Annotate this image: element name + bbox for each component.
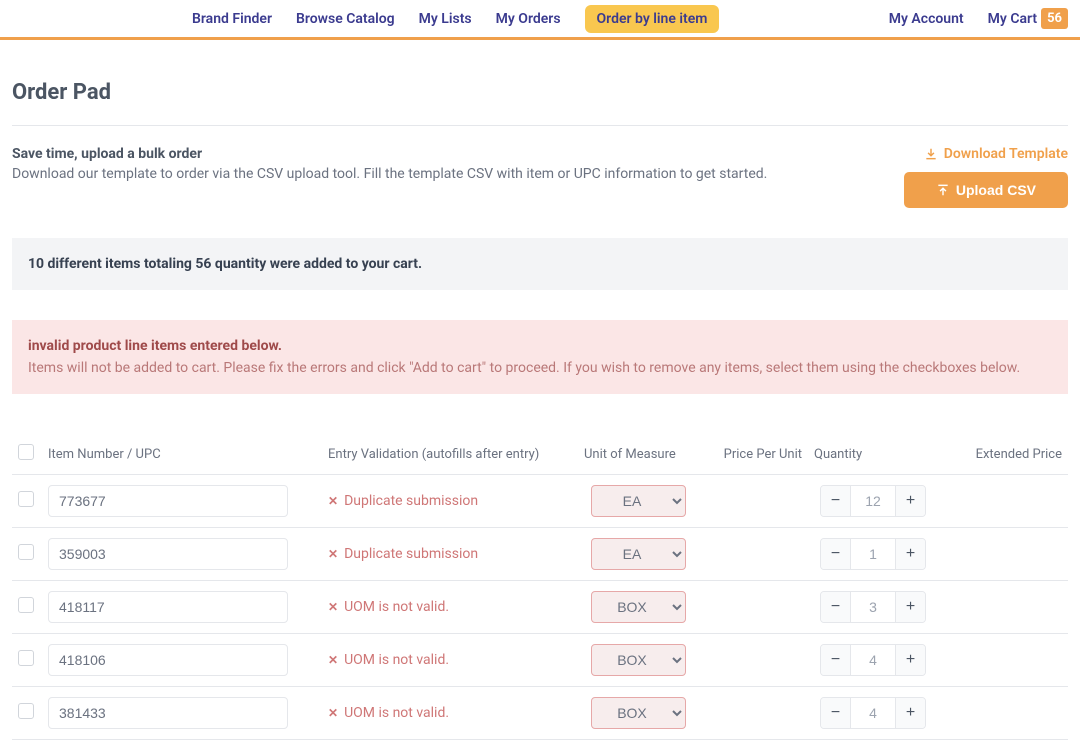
- extended-price: [938, 581, 1068, 634]
- row-checkbox[interactable]: [18, 650, 34, 666]
- download-template-link[interactable]: Download Template: [924, 146, 1068, 162]
- upload-csv-button[interactable]: Upload CSV: [904, 172, 1068, 208]
- qty-input[interactable]: [851, 592, 895, 622]
- upload-icon: [936, 183, 950, 197]
- nav-links: Brand Finder Browse Catalog My Lists My …: [192, 5, 719, 33]
- error-alert-title: invalid product line items entered below…: [28, 338, 1052, 354]
- qty-minus-button[interactable]: −: [821, 486, 851, 516]
- qty-minus-button[interactable]: −: [821, 539, 851, 569]
- qty-input[interactable]: [851, 486, 895, 516]
- item-number-input[interactable]: [48, 538, 288, 570]
- qty-minus-button[interactable]: −: [821, 698, 851, 728]
- price-per-unit: [698, 528, 808, 581]
- validation-text: UOM is not valid.: [344, 705, 449, 721]
- quantity-stepper: − +: [820, 485, 926, 517]
- cart-count-badge: 56: [1041, 8, 1068, 29]
- download-template-label: Download Template: [944, 146, 1068, 162]
- error-x-icon: ✕: [328, 547, 338, 561]
- select-all-checkbox[interactable]: [18, 444, 34, 460]
- bulk-order-section: Save time, upload a bulk order Download …: [12, 146, 1068, 208]
- quantity-stepper: − +: [820, 538, 926, 570]
- quantity-stepper: − +: [820, 644, 926, 676]
- qty-plus-button[interactable]: +: [895, 539, 925, 569]
- validation-message: ✕ Duplicate submission: [328, 493, 572, 509]
- validation-message: ✕ UOM is not valid.: [328, 599, 572, 615]
- divider: [12, 125, 1068, 126]
- qty-plus-button[interactable]: +: [895, 592, 925, 622]
- validation-message: ✕ UOM is not valid.: [328, 652, 572, 668]
- uom-select[interactable]: EA: [591, 538, 686, 570]
- price-per-unit: [698, 475, 808, 528]
- item-number-input[interactable]: [48, 485, 288, 517]
- validation-text: Duplicate submission: [344, 546, 478, 562]
- error-alert: invalid product line items entered below…: [12, 320, 1068, 394]
- my-cart-label: My Cart: [988, 11, 1037, 27]
- quantity-stepper: − +: [820, 591, 926, 623]
- uom-select[interactable]: EA: [591, 485, 686, 517]
- qty-minus-button[interactable]: −: [821, 645, 851, 675]
- row-checkbox[interactable]: [18, 703, 34, 719]
- row-checkbox[interactable]: [18, 544, 34, 560]
- validation-text: UOM is not valid.: [344, 599, 449, 615]
- qty-plus-button[interactable]: +: [895, 486, 925, 516]
- nav-my-lists[interactable]: My Lists: [419, 11, 472, 27]
- col-uom: Unit of Measure: [578, 434, 698, 475]
- validation-text: Duplicate submission: [344, 493, 478, 509]
- nav-my-cart[interactable]: My Cart 56: [988, 8, 1068, 29]
- qty-plus-button[interactable]: +: [895, 645, 925, 675]
- table-row: ✕ UOM is not valid. BOX − +: [12, 634, 1068, 687]
- col-item: Item Number / UPC: [42, 434, 322, 475]
- uom-select[interactable]: BOX: [591, 591, 686, 623]
- page-title: Order Pad: [12, 80, 1068, 105]
- error-alert-body: Items will not be added to cart. Please …: [28, 360, 1052, 376]
- success-alert: 10 different items totaling 56 quantity …: [12, 238, 1068, 290]
- extended-price: [938, 634, 1068, 687]
- top-nav: Brand Finder Browse Catalog My Lists My …: [0, 0, 1080, 40]
- qty-input[interactable]: [851, 539, 895, 569]
- table-row: ✕ UOM is not valid. BOX − +: [12, 687, 1068, 740]
- qty-plus-button[interactable]: +: [895, 698, 925, 728]
- col-validation: Entry Validation (autofills after entry): [322, 434, 578, 475]
- validation-message: ✕ Duplicate submission: [328, 546, 572, 562]
- nav-order-by-line-item[interactable]: Order by line item: [585, 5, 720, 33]
- uom-select[interactable]: BOX: [591, 644, 686, 676]
- qty-input[interactable]: [851, 645, 895, 675]
- row-checkbox[interactable]: [18, 491, 34, 507]
- validation-text: UOM is not valid.: [344, 652, 449, 668]
- uom-select[interactable]: BOX: [591, 697, 686, 729]
- col-ppu: Price Per Unit: [698, 434, 808, 475]
- price-per-unit: [698, 581, 808, 634]
- table-row: ✕ Duplicate submission EA − +: [12, 528, 1068, 581]
- table-row: ✕ Duplicate submission EA − +: [12, 475, 1068, 528]
- extended-price: [938, 475, 1068, 528]
- quantity-stepper: − +: [820, 697, 926, 729]
- price-per-unit: [698, 634, 808, 687]
- nav-my-account[interactable]: My Account: [889, 11, 964, 27]
- price-per-unit: [698, 687, 808, 740]
- col-ext: Extended Price: [938, 434, 1068, 475]
- error-x-icon: ✕: [328, 494, 338, 508]
- bulk-title: Save time, upload a bulk order: [12, 146, 884, 162]
- table-row: ✕ UOM is not valid. BOX − +: [12, 581, 1068, 634]
- row-checkbox[interactable]: [18, 597, 34, 613]
- order-pad-table: Item Number / UPC Entry Validation (auto…: [12, 434, 1068, 740]
- error-x-icon: ✕: [328, 706, 338, 720]
- item-number-input[interactable]: [48, 644, 288, 676]
- qty-input[interactable]: [851, 698, 895, 728]
- error-x-icon: ✕: [328, 600, 338, 614]
- error-x-icon: ✕: [328, 653, 338, 667]
- item-number-input[interactable]: [48, 591, 288, 623]
- upload-csv-label: Upload CSV: [956, 182, 1036, 198]
- download-icon: [924, 147, 938, 161]
- nav-brand-finder[interactable]: Brand Finder: [192, 11, 272, 27]
- extended-price: [938, 687, 1068, 740]
- nav-my-orders[interactable]: My Orders: [496, 11, 561, 27]
- item-number-input[interactable]: [48, 697, 288, 729]
- bulk-desc: Download our template to order via the C…: [12, 166, 884, 182]
- extended-price: [938, 528, 1068, 581]
- col-qty: Quantity: [808, 434, 938, 475]
- validation-message: ✕ UOM is not valid.: [328, 705, 572, 721]
- qty-minus-button[interactable]: −: [821, 592, 851, 622]
- nav-browse-catalog[interactable]: Browse Catalog: [296, 11, 395, 27]
